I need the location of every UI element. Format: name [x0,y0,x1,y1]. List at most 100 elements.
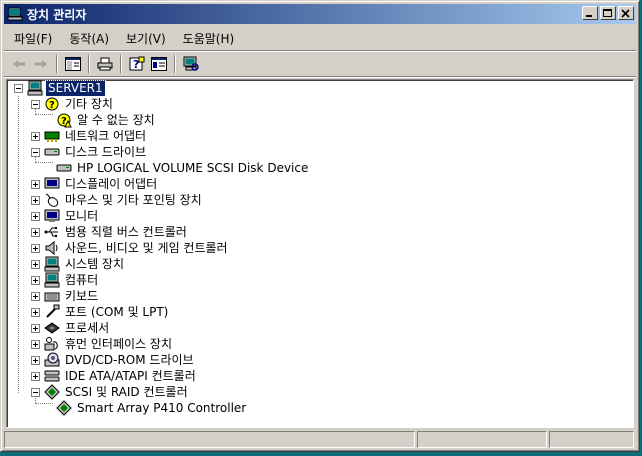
root-collapse-toggle[interactable] [14,84,23,93]
properties-button[interactable] [148,54,170,74]
tree-item-label: 마우스 및 기타 포인팅 장치 [65,192,202,207]
tree-item-label: 디스플레이 어댑터 [65,176,158,191]
device-manager-window: 장치 관리자 파일(F) 동작(A) 보기(V) 도움말(H) ? SERVER… [0,0,640,452]
usb-toggle[interactable] [31,228,40,237]
device-manager-icon [7,7,23,21]
print-button[interactable] [94,54,116,74]
mouse-icon [45,193,59,207]
disk-drive-icon [44,148,60,156]
monitor-icon [44,209,60,222]
svg-text:?: ? [133,58,139,71]
scan-hardware-button[interactable] [180,54,202,74]
tree-item-label: 프로세서 [65,320,110,335]
tree-line [18,96,19,393]
tree-item-network-adapters[interactable]: 네트워크 어댑터 [44,128,148,144]
tree-root[interactable]: SERVER1 [27,80,106,97]
status-panel-tertiary [549,431,634,448]
monitors-toggle[interactable] [31,212,40,221]
tree-item-hid[interactable]: 휴먼 인터페이스 장치 [44,336,174,352]
ide-controller-icon [44,370,60,382]
menu-view[interactable]: 보기(V) [117,30,174,47]
back-button[interactable] [8,54,30,74]
keyboard-icon [44,292,60,302]
display-adapters-toggle[interactable] [31,180,40,189]
tree-item-other-devices[interactable]: ? 기타 장치 [44,96,115,112]
computer-toggle[interactable] [31,276,40,285]
show-hide-tree-button[interactable] [62,54,84,74]
tree-item-display-adapters[interactable]: 디스플레이 어댑터 [44,176,159,192]
tree-item-unknown-device[interactable]: ? 알 수 없는 장치 [56,112,157,128]
status-panel-secondary [417,431,547,448]
tree-item-label: 모니터 [65,208,99,223]
ide-toggle[interactable] [31,372,40,381]
toolbar-separator [120,55,122,73]
tree-item-mice[interactable]: 마우스 및 기타 포인팅 장치 [44,192,204,208]
window-title: 장치 관리자 [27,7,87,22]
tree-item-label: DVD/CD-ROM 드라이브 [65,352,194,367]
keyboards-toggle[interactable] [31,292,40,301]
tree-item-label: 컴퓨터 [65,272,99,287]
tree-item-smart-array[interactable]: Smart Array P410 Controller [56,400,248,416]
device-tree[interactable]: SERVER1 ? 기타 장치 ? 알 수 없는 장치 네트워크 어댑터 디스크… [6,79,634,428]
scsi-controller-icon [44,384,60,400]
minimize-button[interactable] [582,6,598,20]
disk-drives-toggle[interactable] [31,148,40,157]
tree-item-label: 휴먼 인터페이스 장치 [65,336,172,351]
tree-item-processors[interactable]: 프로세서 [44,320,111,336]
tree-item-computer[interactable]: 컴퓨터 [44,272,100,288]
processor-icon [44,322,60,334]
close-button[interactable] [618,6,634,20]
status-panel-main [4,431,415,448]
menu-file[interactable]: 파일(F) [4,30,60,47]
title-bar[interactable]: 장치 관리자 [4,4,636,24]
computer-icon [27,80,43,96]
system-device-icon [44,256,60,272]
tree-item-ports[interactable]: 포트 (COM 및 LPT) [44,304,170,320]
tree-item-label: Smart Array P410 Controller [77,400,247,415]
tree-item-disk-device[interactable]: HP LOGICAL VOLUME SCSI Disk Device [56,160,310,176]
minimize-icon [586,15,592,17]
tree-item-disk-drives[interactable]: 디스크 드라이브 [44,144,148,160]
menu-action[interactable]: 동작(A) [60,30,117,47]
maximize-button[interactable] [600,6,616,20]
tree-item-dvd[interactable]: DVD/CD-ROM 드라이브 [44,352,196,368]
usb-icon [44,227,58,238]
processors-toggle[interactable] [31,324,40,333]
ports-toggle[interactable] [31,308,40,317]
scsi-toggle[interactable] [31,388,40,397]
mice-toggle[interactable] [31,196,40,205]
back-icon [13,60,25,68]
scan-hardware-icon [183,56,199,71]
tree-item-label: 시스템 장치 [65,256,125,271]
tree-item-ide[interactable]: IDE ATA/ATAPI 컨트롤러 [44,368,198,384]
tree-item-label: IDE ATA/ATAPI 컨트롤러 [65,368,196,383]
tree-item-sound[interactable]: 사운드, 비디오 및 게임 컨트롤러 [44,240,230,256]
network-adapter-icon [44,131,60,142]
menu-help[interactable]: 도움말(H) [174,30,243,47]
forward-button[interactable] [30,54,52,74]
tree-item-label: 사운드, 비디오 및 게임 컨트롤러 [65,240,228,255]
toolbar-separator [56,55,58,73]
tree-item-system-devices[interactable]: 시스템 장치 [44,256,126,272]
network-adapters-toggle[interactable] [31,132,40,141]
dvd-toggle[interactable] [31,356,40,365]
maximize-icon [603,9,612,17]
show-hide-tree-icon [65,57,81,71]
help-button[interactable]: ? [126,54,148,74]
hid-toggle[interactable] [31,340,40,349]
hid-icon [44,337,58,351]
tree-item-keyboards[interactable]: 키보드 [44,288,100,304]
tree-item-label: 알 수 없는 장치 [77,112,155,127]
tree-item-usb[interactable]: 범용 직렬 버스 컨트롤러 [44,224,189,240]
computer-icon [44,272,60,288]
tree-item-monitors[interactable]: 모니터 [44,208,100,224]
other-devices-toggle[interactable] [31,100,40,109]
sound-toggle[interactable] [31,244,40,253]
speaker-icon [45,240,58,256]
toolbar-separator [88,55,90,73]
tree-item-scsi[interactable]: SCSI 및 RAID 컨트롤러 [44,384,190,400]
forward-icon [35,60,47,68]
system-devices-toggle[interactable] [31,260,40,269]
status-bar [4,431,636,450]
properties-icon [151,57,167,71]
